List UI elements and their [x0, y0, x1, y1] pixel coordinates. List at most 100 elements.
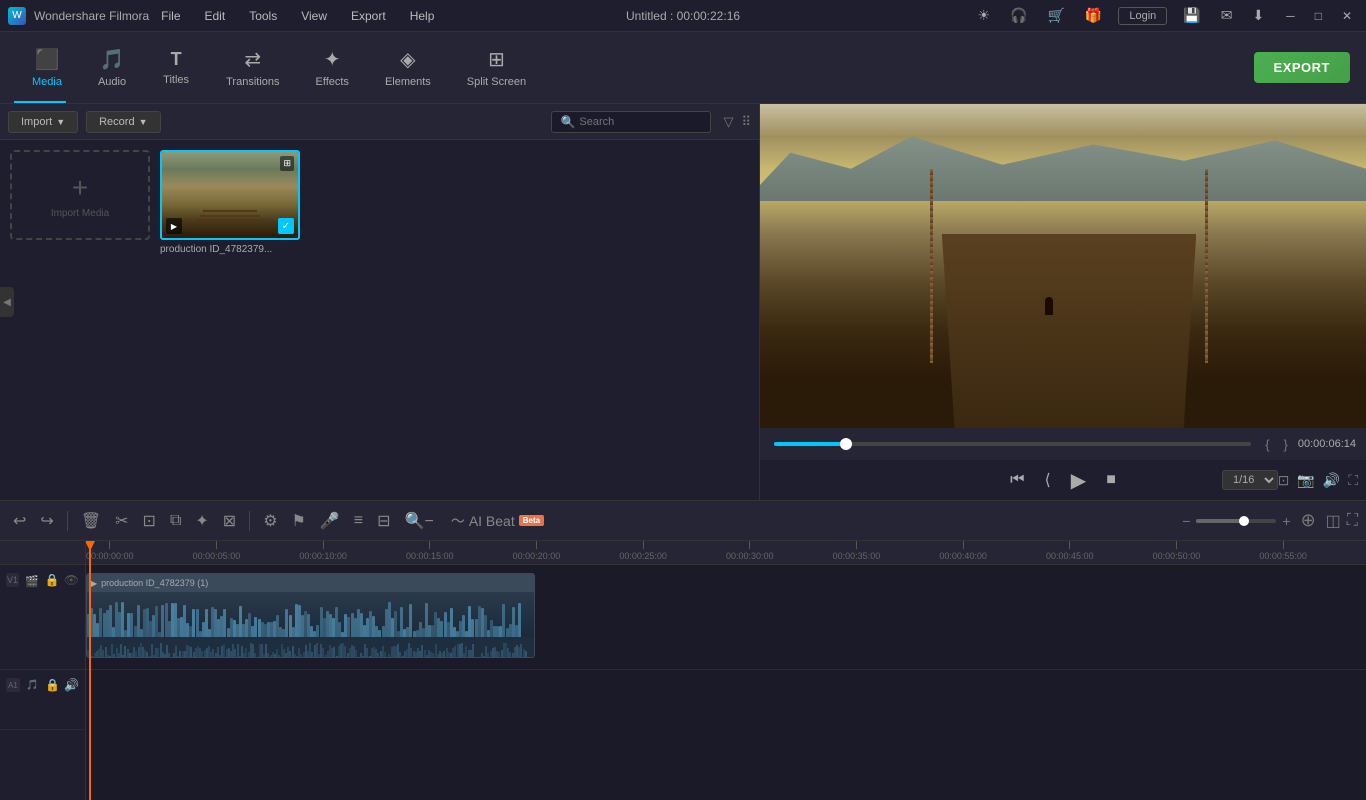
mail-icon[interactable]: ✉	[1217, 5, 1237, 26]
split-button[interactable]: ⊠	[218, 508, 241, 534]
waveform-bar	[440, 621, 443, 637]
play-button[interactable]: ▶	[1065, 464, 1092, 497]
copy-button[interactable]: ⧉	[165, 509, 186, 533]
rope-left	[930, 169, 933, 363]
magic-button[interactable]: ✦	[190, 508, 213, 534]
snapshot-tl-button[interactable]: ⊟	[372, 508, 395, 534]
headphone-icon[interactable]: 🎧	[1006, 5, 1031, 26]
audio-preview-icon[interactable]: 🔊	[1323, 472, 1340, 489]
sub-toolbar: Import ▼ Record ▼ 🔍 ▽ ⠿	[0, 104, 759, 140]
search-box[interactable]: 🔍	[551, 111, 711, 133]
toolbar-splitscreen[interactable]: ⊞ Split Screen	[451, 41, 542, 94]
thumb-play-icon: ▶	[166, 218, 182, 234]
transitions-icon: ⇄	[244, 47, 261, 72]
settings-button[interactable]: ⚙	[258, 508, 282, 534]
timeline-section: ↩ ↪ 🗑 ✂ ⊡ ⧉ ✦ ⊠ ⚙ ⚑ 🎤 ≡ ⊟ 🔍− 〜 AI Beat B…	[0, 500, 1366, 800]
snap-button[interactable]: ◫	[1326, 511, 1341, 531]
scrubber-handle[interactable]	[840, 438, 852, 450]
menu-tools[interactable]: Tools	[245, 7, 281, 25]
flag-button[interactable]: ⚑	[287, 508, 311, 534]
video-clip-audio	[87, 637, 534, 658]
zoom-out-button[interactable]: 🔍−	[400, 508, 439, 534]
video-track-number: V1	[6, 573, 19, 587]
snapshot-icon[interactable]: 📷	[1297, 472, 1314, 489]
waveform-bar	[130, 613, 133, 637]
minimize-button[interactable]: ─	[1280, 7, 1301, 25]
bridge-line2	[200, 215, 260, 217]
gift-icon[interactable]: 🎁	[1081, 5, 1106, 26]
media-icon: ⬛	[35, 47, 60, 72]
audio-wave-bar	[168, 653, 170, 658]
menu-export[interactable]: Export	[347, 7, 390, 25]
in-point-button[interactable]: {	[1261, 435, 1273, 454]
record-button[interactable]: Record ▼	[86, 111, 160, 133]
grid-icon[interactable]: ⠿	[741, 114, 751, 130]
transitions-label: Transitions	[226, 76, 279, 88]
toolbar-titles[interactable]: T Titles	[146, 43, 206, 92]
media-clip-0[interactable]: ⊞ ▶ ✓ production ID_4782379...	[160, 150, 300, 255]
undo-button[interactable]: ↩	[8, 508, 31, 534]
rope-right	[1205, 169, 1208, 363]
step-back-button[interactable]: ⏮	[1004, 467, 1030, 493]
time-display: 00:00:06:14	[1298, 438, 1356, 450]
stop-button[interactable]: ■	[1100, 467, 1122, 493]
video-lock-button[interactable]: 🔒	[45, 573, 60, 587]
fullscreen-preview-icon[interactable]: ⊡	[1278, 472, 1290, 489]
delete-button[interactable]: 🗑	[76, 508, 106, 534]
scissors-button[interactable]: ✂	[110, 508, 133, 534]
waveform-bar	[502, 604, 505, 637]
search-icon: 🔍	[560, 115, 575, 129]
filter-icon[interactable]: ▽	[723, 114, 733, 130]
add-track-button[interactable]: ⊕	[1297, 508, 1320, 533]
toolbar-media[interactable]: ⬛ Media	[16, 41, 78, 94]
menu-view[interactable]: View	[297, 7, 331, 25]
close-button[interactable]: ✕	[1336, 7, 1358, 25]
export-button[interactable]: EXPORT	[1254, 52, 1350, 83]
search-input[interactable]	[579, 116, 699, 128]
out-point-button[interactable]: }	[1280, 435, 1292, 454]
login-button[interactable]: Login	[1118, 7, 1167, 25]
import-button[interactable]: Import ▼	[8, 111, 78, 133]
elements-label: Elements	[385, 76, 431, 88]
toolbar-transitions[interactable]: ⇄ Transitions	[210, 41, 295, 94]
cart-icon[interactable]: 🛒	[1043, 5, 1068, 26]
text-button[interactable]: ≡	[349, 509, 368, 533]
maximize-button[interactable]: □	[1309, 7, 1328, 25]
zoom-minus-button[interactable]: −	[1182, 513, 1190, 529]
download-icon[interactable]: ⬇	[1248, 5, 1268, 26]
menu-file[interactable]: File	[157, 7, 184, 25]
zoom-slider[interactable]	[1196, 519, 1276, 523]
ruler-tick-6: 00:00:30:00	[726, 541, 774, 561]
toolbar-elements[interactable]: ◈ Elements	[369, 41, 447, 94]
timeline-scrubber[interactable]	[774, 442, 1251, 446]
right-panel: { } 00:00:06:14 ⏮ ⟨ ▶ ■ 1/16 ⊡ 📷 🔊 ⛶	[760, 104, 1366, 500]
audio-volume-button[interactable]: 🔊	[64, 678, 79, 692]
zoom-plus-button[interactable]: +	[1282, 513, 1290, 529]
save-icon[interactable]: 💾	[1179, 5, 1204, 26]
toolbar-audio[interactable]: 🎵 Audio	[82, 41, 142, 94]
zoom-slider-handle[interactable]	[1239, 516, 1249, 526]
toolbar: ⬛ Media 🎵 Audio T Titles ⇄ Transitions ✦…	[0, 32, 1366, 104]
video-clip[interactable]: ▶ production ID_4782379 (1)	[86, 573, 535, 658]
menu-edit[interactable]: Edit	[201, 7, 230, 25]
redo-button[interactable]: ↪	[35, 508, 58, 534]
audio-wave-bar	[384, 652, 386, 658]
timeline-ruler[interactable]: 00:00:00:0000:00:05:0000:00:10:0000:00:1…	[86, 541, 1366, 565]
sun-icon[interactable]: ☀	[973, 5, 994, 26]
audio-lock-button[interactable]: 🔒	[45, 678, 60, 692]
splitscreen-icon: ⊞	[488, 47, 505, 72]
menu-bar: File Edit Tools View Export Help	[157, 7, 438, 25]
frame-back-button[interactable]: ⟨	[1039, 466, 1057, 494]
mic-button[interactable]: 🎤	[315, 508, 345, 534]
menu-help[interactable]: Help	[406, 7, 439, 25]
audio-track-controls: 🔒 🔊	[45, 678, 79, 692]
import-placeholder[interactable]: + Import Media	[10, 150, 150, 240]
fullscreen-timeline-button[interactable]: ⛶	[1347, 512, 1358, 530]
ai-beat-button[interactable]: 〜 AI Beat Beta	[443, 508, 552, 534]
video-hide-button[interactable]: 👁	[64, 573, 79, 587]
crop-button[interactable]: ⊡	[138, 508, 161, 534]
expand-icon[interactable]: ⛶	[1348, 472, 1358, 489]
collapse-panel-button[interactable]: ◀	[0, 287, 14, 317]
toolbar-effects[interactable]: ✦ Effects	[300, 41, 365, 94]
zoom-select[interactable]: 1/16	[1222, 470, 1278, 490]
